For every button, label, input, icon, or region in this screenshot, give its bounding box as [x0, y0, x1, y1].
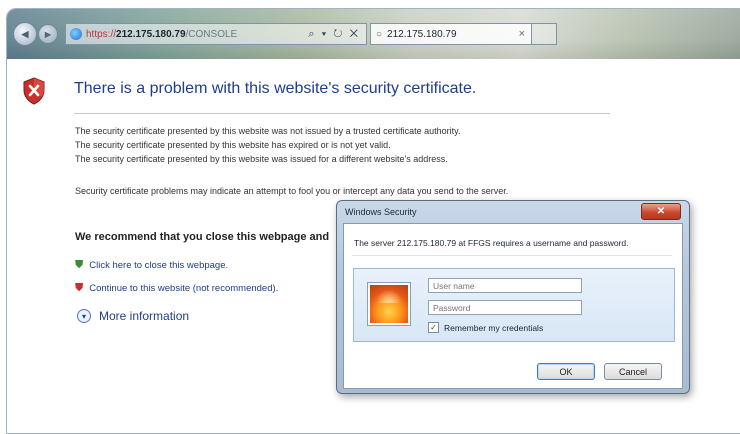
loading-icon: ○ — [376, 28, 383, 40]
forward-arrow-icon: ▶ — [44, 29, 52, 39]
continue-link[interactable]: ⛊ Continue to this website (not recommen… — [75, 282, 278, 295]
page-title: There is a problem with this website's s… — [74, 80, 477, 97]
dialog-divider — [352, 255, 672, 256]
more-information-label: More information — [99, 309, 190, 323]
remember-label: Remember my credentials — [444, 322, 544, 333]
close-icon: ✕ — [656, 206, 666, 217]
remember-credentials-row[interactable]: ✓ Remember my credentials — [428, 322, 543, 333]
cancel-button[interactable]: Cancel — [604, 363, 662, 380]
certificate-message-3: The security certificate presented by th… — [75, 154, 448, 164]
dialog-message: The server 212.175.180.79 at FFGS requir… — [354, 238, 629, 248]
tab-current[interactable]: ○ 212.175.180.79 × — [370, 23, 532, 45]
ie-logo-icon — [70, 28, 82, 40]
recommendation-heading: We recommend that you close this webpage… — [75, 231, 330, 243]
close-webpage-label: Click here to close this webpage. — [89, 260, 229, 271]
url-protocol: https:// — [86, 28, 117, 40]
password-field[interactable] — [428, 300, 582, 315]
url-path: /CONSOLE — [185, 28, 238, 40]
windows-security-dialog: Windows Security ✕ The server 212.175.18… — [336, 200, 690, 394]
back-arrow-icon: ◀ — [21, 28, 29, 39]
remember-checkbox[interactable]: ✓ — [428, 322, 439, 333]
certificate-message-2: The security certificate presented by th… — [75, 140, 391, 150]
dialog-body: The server 212.175.180.79 at FFGS requir… — [343, 223, 683, 389]
credential-panel: ✓ Remember my credentials — [353, 268, 675, 342]
security-shield-icon — [23, 77, 45, 105]
back-button[interactable]: ◀ — [13, 22, 37, 46]
close-webpage-link[interactable]: ⛊ Click here to close this webpage. — [75, 259, 228, 272]
more-information-link[interactable]: ▾ More information — [77, 309, 189, 323]
username-field[interactable] — [428, 278, 582, 293]
continue-label: Continue to this website (not recommende… — [89, 283, 279, 294]
forward-button[interactable]: ▶ — [38, 24, 58, 44]
chevron-down-icon: ▾ — [77, 309, 91, 323]
certificate-message-1: The security certificate presented by th… — [75, 126, 461, 136]
address-bar[interactable]: https:// 212.175.180.79 /CONSOLE ⌕ ▾ ↻ ✕ — [65, 23, 367, 45]
user-avatar-icon — [368, 283, 410, 325]
url-host: 212.175.180.79 — [116, 28, 186, 40]
warning-paragraph: Security certificate problems may indica… — [75, 186, 509, 196]
address-tools-icons[interactable]: ⌕ ▾ ↻ ✕ — [308, 28, 360, 41]
green-shield-check-icon: ⛊ — [75, 259, 84, 271]
dialog-close-button[interactable]: ✕ — [641, 203, 681, 220]
red-shield-x-icon: ⛊ — [75, 282, 84, 294]
title-divider — [74, 113, 610, 114]
ok-button[interactable]: OK — [537, 363, 595, 380]
tab-label: 212.175.180.79 — [387, 28, 457, 40]
new-tab-button[interactable] — [531, 23, 557, 45]
dialog-title: Windows Security — [345, 207, 417, 217]
tab-close-icon[interactable]: × — [519, 28, 525, 40]
